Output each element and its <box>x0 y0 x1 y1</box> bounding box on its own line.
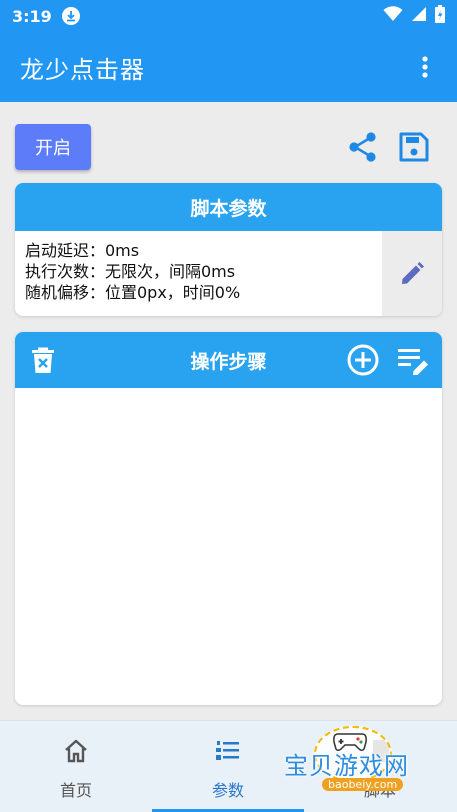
more-options-button[interactable] <box>413 47 437 87</box>
random-offset-text: 随机偏移：位置0px，时间0% <box>25 283 241 302</box>
edit-steps-button[interactable] <box>396 344 430 378</box>
nav-item-home[interactable]: 首页 <box>0 721 152 812</box>
list-numbered-icon <box>214 737 242 765</box>
edit-pencil-icon <box>402 261 424 284</box>
watermark: 宝贝游戏网 baobeiy.com <box>284 722 444 810</box>
script-params-header: 脚本参数 <box>15 183 442 231</box>
add-step-button[interactable] <box>346 343 380 377</box>
wifi-icon <box>383 6 403 26</box>
run-count-text: 执行次数：无限次，间隔0ms <box>25 262 236 281</box>
save-icon <box>399 132 429 162</box>
start-button[interactable]: 开启 <box>15 124 91 170</box>
steps-list <box>15 388 442 705</box>
script-params-body[interactable]: 启动延迟：0ms 执行次数：无限次，间隔0ms 随机偏移：位置0px，时间0% <box>15 231 442 316</box>
signal-icon <box>411 6 427 26</box>
status-bar: 3:19 <box>0 0 457 32</box>
download-icon <box>61 7 80 25</box>
watermark-text: 宝贝游戏网 <box>284 752 409 780</box>
clear-steps-button[interactable] <box>29 346 57 374</box>
nav-item-params[interactable]: 参数 <box>152 721 304 812</box>
nav-label-params: 参数 <box>211 781 244 800</box>
save-button[interactable] <box>397 130 431 164</box>
watermark-url: baobeiy.com <box>322 778 404 791</box>
delete-icon <box>32 347 54 373</box>
edit-params-button[interactable] <box>382 231 442 316</box>
list-edit-icon <box>398 349 428 375</box>
script-params-title: 脚本参数 <box>190 197 267 220</box>
script-params-card: 脚本参数 启动延迟：0ms 执行次数：无限次，间隔0ms 随机偏移：位置0px，… <box>15 183 442 316</box>
operation-steps-header: 操作步骤 <box>15 332 442 388</box>
more-vert-icon <box>422 56 428 78</box>
battery-icon <box>435 5 445 27</box>
nav-label-home: 首页 <box>59 781 92 800</box>
operation-steps-title: 操作步骤 <box>190 350 267 373</box>
status-time: 3:19 <box>12 6 52 26</box>
operation-steps-card: 操作步骤 <box>15 332 442 705</box>
start-delay-text: 启动延迟：0ms <box>25 241 140 260</box>
share-icon <box>349 132 376 162</box>
add-circle-icon <box>347 344 379 376</box>
app-title: 龙少点击器 <box>20 55 145 84</box>
share-button[interactable] <box>346 130 380 164</box>
app-bar: 龙少点击器 <box>0 32 457 102</box>
home-icon <box>62 737 90 765</box>
